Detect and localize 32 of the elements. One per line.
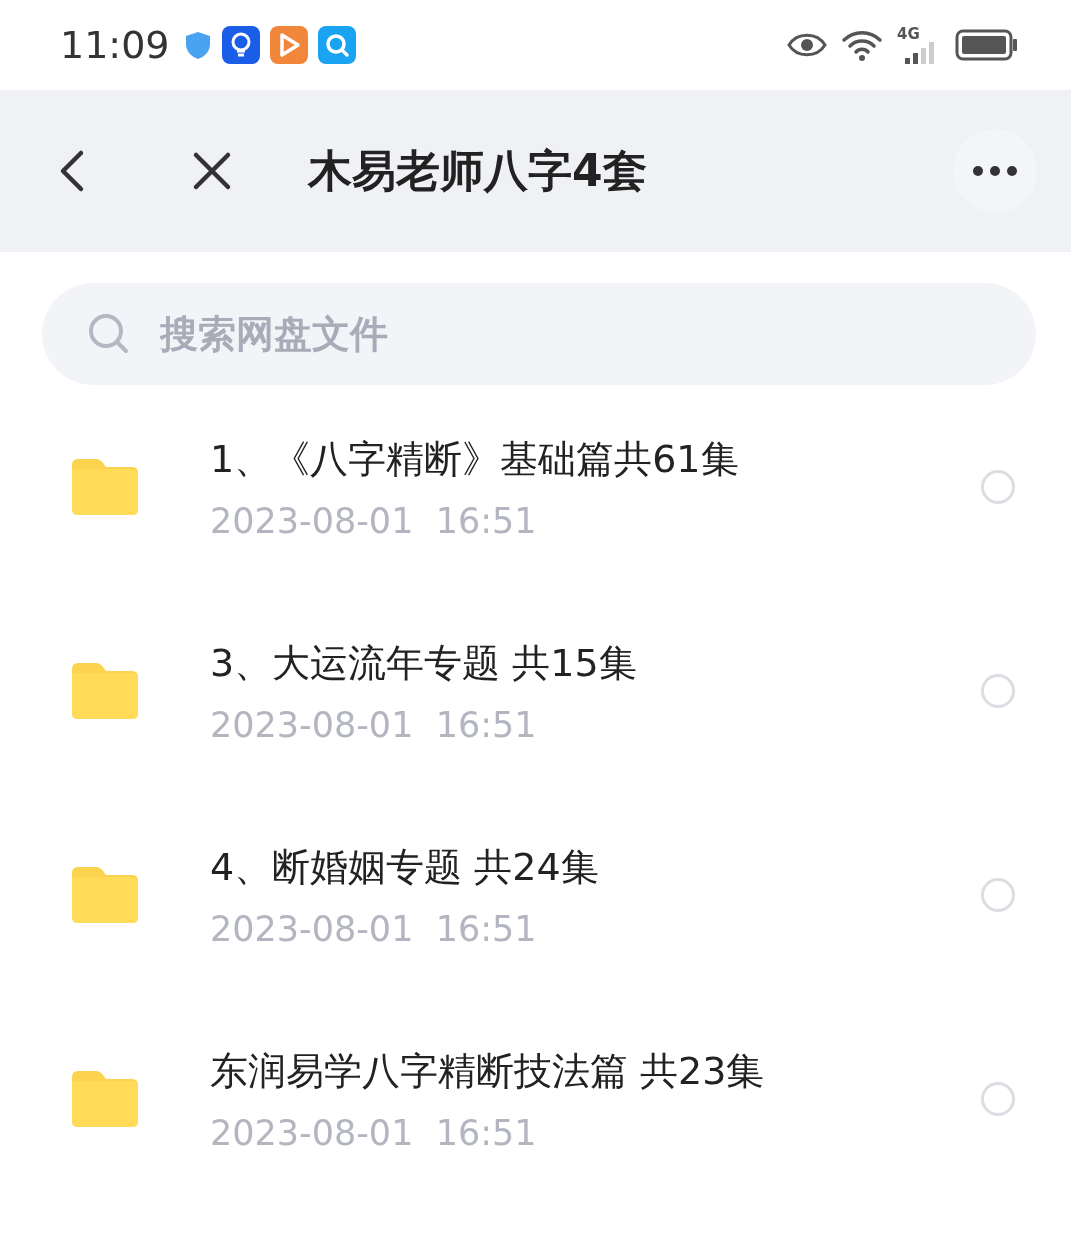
search-app-icon[interactable] [317,26,356,64]
status-time: 11:09 [60,23,170,67]
folder-icon [72,663,138,719]
select-checkbox[interactable] [981,674,1015,708]
file-name: 1、《八字精断》基础篇共61集 [210,435,739,483]
more-icon [972,165,1018,177]
network-type: 4G [897,26,920,42]
file-row[interactable]: 4、断婚姻专题 共24集 2023-08-01 16:51 [0,793,1071,997]
file-row[interactable]: 3、大运流年专题 共15集 2023-08-01 16:51 [0,589,1071,793]
eye-icon [787,32,827,58]
battery-icon [955,29,1019,61]
search-icon [88,313,130,355]
select-checkbox[interactable] [981,470,1015,504]
select-checkbox[interactable] [981,878,1015,912]
folder-icon [72,1071,138,1127]
shield-icon [183,30,212,60]
file-name: 4、断婚姻专题 共24集 [210,843,599,891]
file-date: 2023-08-01 16:51 [210,1112,538,1153]
page-title: 木易老师八字4套 [308,143,647,198]
wifi-icon [841,28,883,62]
lightbulb-app-icon[interactable] [221,26,260,64]
folder-icon [72,459,138,515]
select-checkbox[interactable] [981,1082,1015,1116]
file-date: 2023-08-01 16:51 [210,500,538,541]
file-name: 3、大运流年专题 共15集 [210,639,637,687]
play-app-icon[interactable] [269,26,308,64]
file-name: 东润易学八字精断技法篇 共23集 [210,1047,765,1095]
file-date: 2023-08-01 16:51 [210,704,538,745]
file-date: 2023-08-01 16:51 [210,908,538,949]
file-row[interactable]: 1、《八字精断》基础篇共61集 2023-08-01 16:51 [0,385,1071,589]
file-row[interactable]: 东润易学八字精断技法篇 共23集 2023-08-01 16:51 [0,997,1071,1201]
folder-icon [72,867,138,923]
